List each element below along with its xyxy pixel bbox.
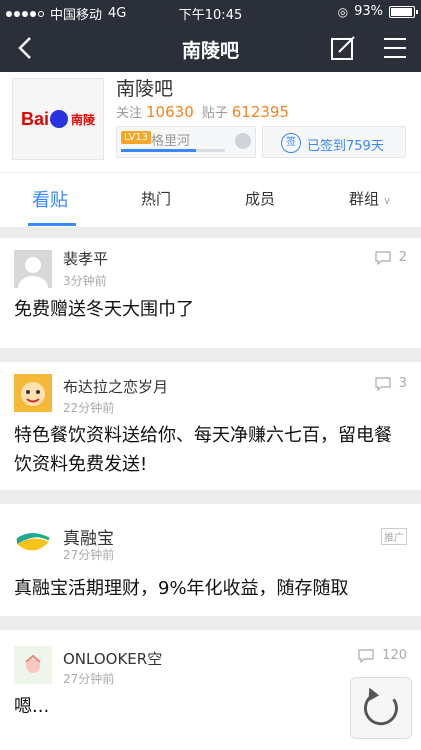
posts-count: 612395 <box>231 103 290 121</box>
level-box[interactable]: LV13 格里河 <box>116 126 256 158</box>
tab-groups-label: 群组 <box>349 190 380 208</box>
status-bar: 中国移动 4G 下午10:45 ◎ 93% <box>0 0 421 24</box>
level-badge: LV13 <box>121 131 152 144</box>
reply-number: 120 <box>382 648 407 663</box>
post-username[interactable]: ONLOOKER空 <box>63 648 162 669</box>
posts-label: 贴子 <box>201 106 228 121</box>
active-tab-indicator <box>28 223 76 226</box>
post-text: 特色餐饮资料送给你、每天净赚六七百，留电餐饮资料免费发送! <box>14 425 392 475</box>
logo-subtext: 南陵 <box>71 112 96 127</box>
post-username[interactable]: 布达拉之恋岁月 <box>63 376 168 397</box>
reply-count: 3 <box>375 376 407 391</box>
reply-number: 2 <box>398 250 407 265</box>
refresh-icon <box>364 687 398 726</box>
menu-icon[interactable] <box>382 36 408 60</box>
post-item[interactable]: 布达拉之恋岁月 22分钟前 3 特色餐饮资料送给你、每天净赚六七百，留电餐饮资料… <box>0 362 421 490</box>
microphone-icon <box>235 133 251 149</box>
tab-hot[interactable]: 热门 <box>141 188 171 209</box>
reply-count: 120 <box>358 648 407 663</box>
comment-icon <box>375 250 391 265</box>
signin-icon: 签 <box>281 133 301 153</box>
avatar[interactable] <box>14 374 52 412</box>
compose-icon[interactable] <box>330 35 356 61</box>
post-text: 免费赠送冬天大围巾了 <box>14 299 194 320</box>
level-progress-bar <box>121 149 225 152</box>
post-username[interactable]: 裴孝平 <box>63 248 108 269</box>
post-text: 真融宝活期理财，9%年化收益，随存随取 <box>14 578 349 599</box>
reply-count: 2 <box>375 250 407 265</box>
paw-icon <box>50 110 68 128</box>
tab-posts[interactable]: 看贴 <box>32 186 68 212</box>
forum-stats: 关注 10630 贴子 612395 <box>116 102 297 121</box>
forum-logo: Bai 南陵 <box>12 78 104 160</box>
signin-text: 已签到759天 <box>307 139 384 154</box>
nav-bar: 南陵吧 <box>0 24 421 72</box>
chevron-down-icon: ∨ <box>383 194 392 207</box>
battery-percent: 93% <box>354 4 383 19</box>
tab-members[interactable]: 成员 <box>245 188 275 209</box>
tab-groups[interactable]: 群组 ∨ <box>349 188 391 209</box>
post-text: 嗯... <box>14 696 50 717</box>
level-name: 格里河 <box>151 134 191 149</box>
avatar[interactable] <box>14 250 52 288</box>
avatar[interactable] <box>14 646 52 684</box>
avatar[interactable] <box>14 522 52 560</box>
tab-bar: 看贴 热门 成员 群组 ∨ <box>0 172 421 227</box>
post-time: 22分钟前 <box>63 401 115 415</box>
ad-post-item[interactable]: 真融宝 27分钟前 推广 真融宝活期理财，9%年化收益，随存随取 <box>0 504 421 616</box>
comment-icon <box>358 648 374 663</box>
page-title: 南陵吧 <box>181 40 239 62</box>
lock-rotation-icon: ◎ <box>337 4 349 19</box>
post-time: 27分钟前 <box>63 672 115 686</box>
signin-button[interactable]: 签 已签到759天 <box>262 126 406 158</box>
logo-text: Bai <box>20 108 49 129</box>
refresh-button[interactable] <box>350 677 412 739</box>
follow-label: 关注 <box>116 106 143 121</box>
top-bar: 中国移动 4G 下午10:45 ◎ 93% 南陵吧 <box>0 0 421 72</box>
battery-icon <box>389 5 418 18</box>
post-time: 27分钟前 <box>63 548 115 562</box>
post-time: 3分钟前 <box>63 274 107 288</box>
forum-header: Bai 南陵 南陵吧 关注 10630 贴子 612395 LV13 格里河 签 已签… <box>0 72 421 172</box>
forum-name: 南陵吧 <box>116 78 174 100</box>
post-item[interactable]: 裴孝平 3分钟前 2 免费赠送冬天大围巾了 <box>0 238 421 348</box>
follow-count: 10630 <box>146 103 194 121</box>
comment-icon <box>375 376 391 391</box>
ad-badge: 推广 <box>381 528 407 545</box>
reply-number: 3 <box>398 376 407 391</box>
